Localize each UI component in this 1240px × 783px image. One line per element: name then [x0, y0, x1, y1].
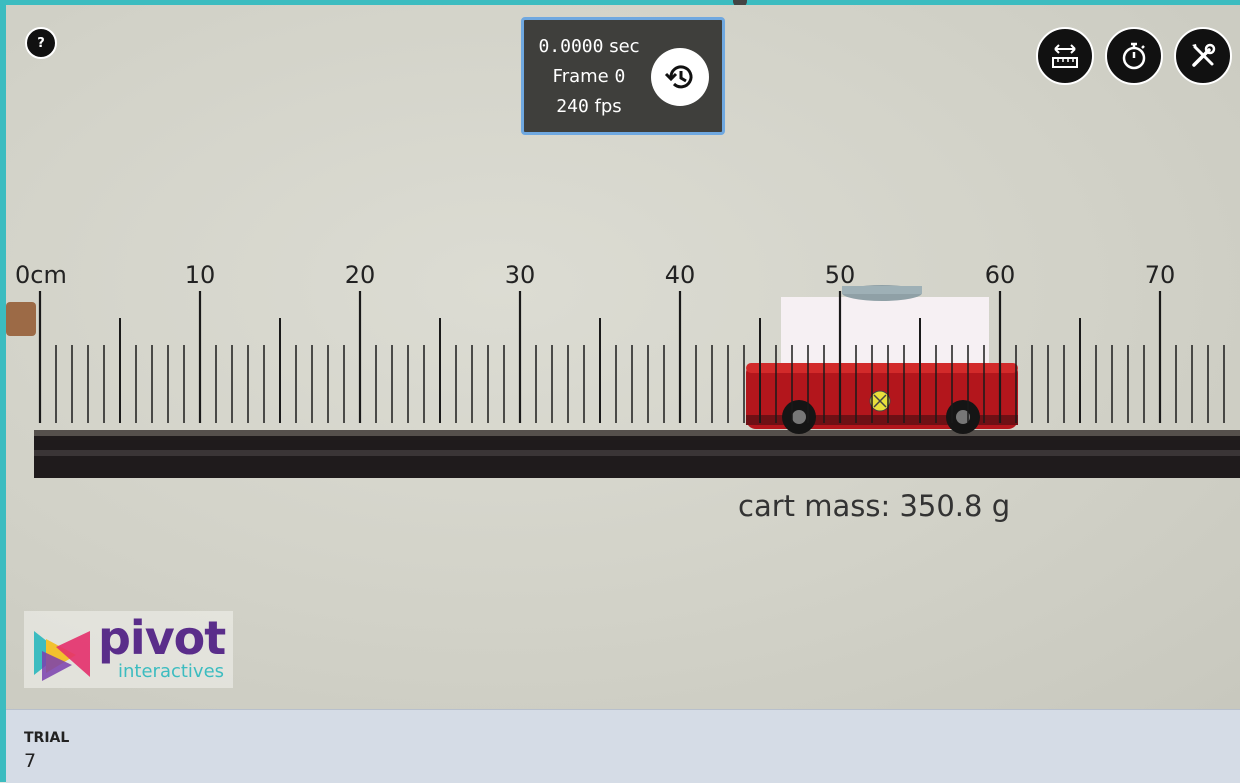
ruler-label: 60 — [985, 261, 1016, 289]
track-groove — [34, 450, 1240, 456]
stopwatch-icon — [1122, 42, 1146, 70]
fps-line: 240 fps — [524, 96, 654, 117]
ruler-label: 50 — [825, 261, 856, 289]
time-line: 0.0000 sec — [524, 36, 654, 57]
ruler-tool-button[interactable] — [1036, 27, 1094, 85]
fps-value: 240 — [556, 96, 589, 117]
ruler-label: 0cm — [15, 261, 67, 289]
ruler-label: 20 — [345, 261, 376, 289]
tools-icon — [1192, 43, 1216, 67]
time-readout-panel: 0.0000 sec Frame 0 240 fps — [521, 17, 725, 135]
time-unit: sec — [609, 36, 640, 57]
ruler-label: 40 — [665, 261, 696, 289]
fps-unit: fps — [594, 96, 622, 117]
trial-label: TRIAL — [24, 730, 70, 746]
ruler-measure-icon — [1052, 44, 1078, 68]
tools-button[interactable] — [1174, 27, 1232, 85]
trial-footer: TRIAL 7 — [6, 709, 1240, 783]
help-label: ? — [37, 35, 45, 51]
ruler-ticks — [38, 291, 1225, 423]
cart-mass-label: cart mass: 350.8 g — [738, 489, 1011, 523]
ruler-label: 70 — [1145, 261, 1176, 289]
ruler-label: 10 — [185, 261, 216, 289]
track-rail — [34, 436, 1240, 478]
frame-label: Frame — [552, 66, 609, 87]
ruler-label: 30 — [505, 261, 536, 289]
launcher — [6, 302, 36, 336]
cart — [746, 285, 1018, 434]
pivot-logo: pivot interactives — [24, 611, 233, 688]
help-button[interactable]: ? — [25, 27, 57, 59]
logo-wordmark: pivot — [98, 611, 226, 665]
stopwatch-tool-button[interactable] — [1105, 27, 1163, 85]
logo-mark — [34, 631, 90, 681]
frame-line: Frame 0 — [524, 66, 654, 87]
video-stage[interactable]: 0cm 10 20 30 40 50 60 70 ? 0.0000 sec Frame 0 2… — [6, 5, 1240, 709]
frame-value: 0 — [614, 66, 626, 87]
history-icon — [664, 65, 693, 89]
reset-time-button[interactable] — [651, 48, 709, 106]
ruler-labels: 0cm 10 20 30 40 50 60 70 — [15, 261, 1175, 289]
logo-subtitle: interactives — [118, 661, 225, 682]
time-value: 0.0000 — [538, 36, 604, 57]
track-top-rail — [34, 430, 1240, 436]
trial-value: 7 — [24, 750, 37, 772]
